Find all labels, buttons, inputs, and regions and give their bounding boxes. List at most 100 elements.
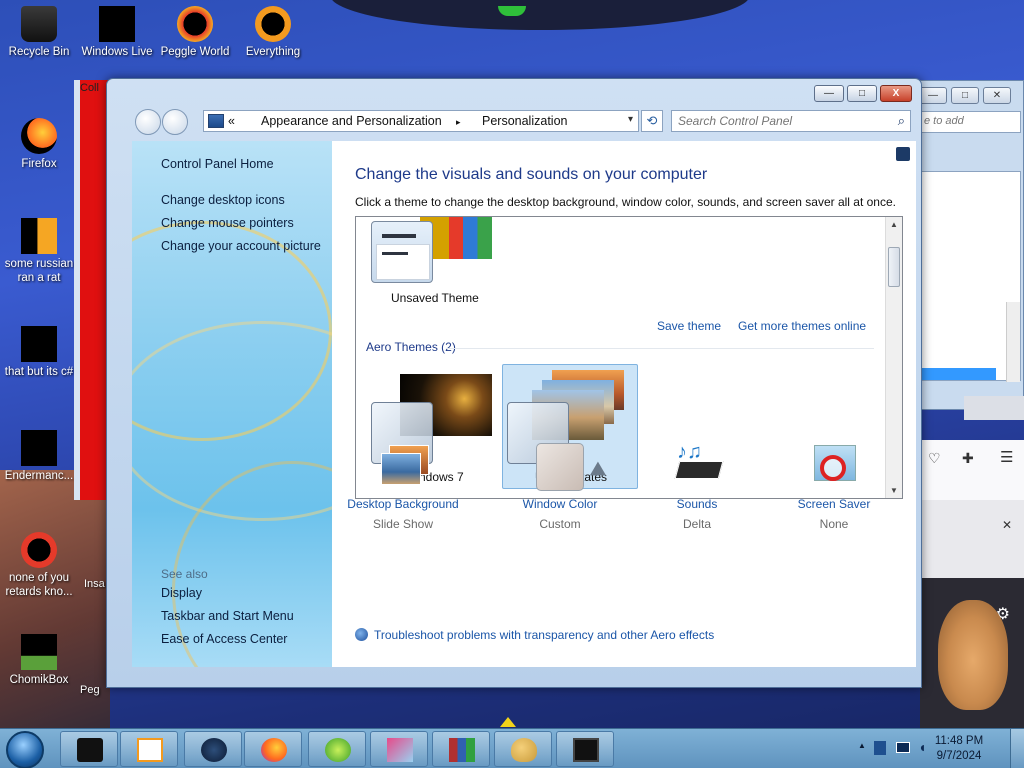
- desktop-icon-everything[interactable]: Everything: [234, 6, 312, 59]
- extensions-icon[interactable]: ✚: [962, 450, 974, 467]
- troubleshoot-link[interactable]: Troubleshoot problems with transparency …: [355, 628, 714, 642]
- clock[interactable]: 11:48 PM 9/7/2024: [924, 734, 994, 764]
- change-account-picture-link[interactable]: Change your account picture: [161, 239, 321, 253]
- app-icon: [77, 738, 103, 762]
- partial-desktop-label: Insa: [84, 578, 105, 590]
- notification-area: ▲ ◖ 11:48 PM 9/7/2024: [854, 733, 994, 765]
- taskbar-item-photo-app[interactable]: [370, 731, 428, 767]
- desktop-background-link[interactable]: Desktop Background: [338, 497, 468, 511]
- desktop-icon-label: Windows Live: [81, 46, 153, 58]
- sounds-link[interactable]: Sounds: [632, 497, 762, 511]
- window-color-link[interactable]: Window Color: [495, 497, 625, 511]
- taskbar-start-menu-link[interactable]: Taskbar and Start Menu: [161, 609, 294, 623]
- breadcrumb-separator[interactable]: ▸: [456, 117, 461, 128]
- help-icon[interactable]: [896, 147, 910, 161]
- minimize-button[interactable]: —: [919, 87, 947, 104]
- desktop-icon-firefox[interactable]: Firefox: [0, 118, 78, 171]
- taskbar-item-display-app[interactable]: [556, 731, 614, 767]
- breadcrumb-personalization[interactable]: Personalization: [482, 114, 567, 128]
- ease-of-access-link[interactable]: Ease of Access Center: [161, 632, 287, 646]
- display-tray-icon[interactable]: [896, 742, 910, 753]
- get-more-themes-link[interactable]: Get more themes online: [738, 319, 866, 333]
- partial-desktop-label: Peg: [80, 684, 100, 696]
- personalization-window: — □ X « Appearance and Personalization ▸…: [106, 78, 922, 688]
- theme-preview-bar: [382, 252, 408, 255]
- globe-icon: [201, 738, 227, 762]
- desktop-icon-endermanch[interactable]: Endermanc...: [0, 430, 78, 483]
- display-link[interactable]: Display: [161, 586, 202, 600]
- taskbar-item-winrar[interactable]: [432, 731, 490, 767]
- desktop-icon-label: Endermanc...: [4, 470, 74, 482]
- hamster-desktop-pet[interactable]: [938, 600, 1008, 710]
- breadcrumb-appearance[interactable]: Appearance and Personalization: [261, 114, 442, 128]
- taskbar-indicator: [500, 717, 516, 727]
- window-color-value: Custom: [539, 517, 581, 531]
- window-color-option[interactable]: Window Color Custom: [495, 443, 625, 531]
- taskbar-item-dark-globe[interactable]: [184, 731, 242, 767]
- background-window-title: Coll: [80, 82, 99, 94]
- see-also-heading: See also: [161, 567, 208, 581]
- desktop-background-option[interactable]: Desktop Background Slide Show: [338, 443, 468, 531]
- change-desktop-icons-link[interactable]: Change desktop icons: [161, 193, 285, 207]
- app-icon: [325, 738, 351, 762]
- close-button[interactable]: ✕: [983, 87, 1011, 104]
- change-mouse-pointers-link[interactable]: Change mouse pointers: [161, 216, 294, 230]
- scroll-thumb[interactable]: [888, 247, 900, 287]
- desktop-icon-windows-live[interactable]: Windows Live: [78, 6, 156, 59]
- pocket-icon[interactable]: ♡: [928, 450, 941, 467]
- save-theme-link[interactable]: Save theme: [657, 319, 721, 333]
- scroll-up-arrow[interactable]: ▲: [886, 220, 902, 229]
- taskbar-item-media-player[interactable]: [120, 731, 178, 767]
- back-button[interactable]: [135, 109, 161, 135]
- address-bar[interactable]: « Appearance and Personalization ▸ Perso…: [203, 110, 639, 132]
- search-box[interactable]: ⌕: [671, 110, 911, 132]
- desktop-icon-some-russian[interactable]: some russian ran a rat: [0, 218, 78, 285]
- clock-time: 11:48 PM: [934, 735, 984, 747]
- taskbar-item-black-box[interactable]: [60, 731, 118, 767]
- left-navigation-pane: Control Panel Home Change desktop icons …: [132, 141, 332, 667]
- breadcrumb-overflow-chevron[interactable]: «: [228, 114, 235, 128]
- taskbar: ▲ ◖ 11:48 PM 9/7/2024: [0, 717, 1024, 768]
- forward-button[interactable]: [162, 109, 188, 135]
- maximize-button[interactable]: □: [951, 87, 979, 104]
- theme-preview-bar: [382, 234, 416, 238]
- desktop-icon-that-but-its-csharp[interactable]: that but its c#: [0, 326, 78, 379]
- show-hidden-icons-button[interactable]: ▲: [858, 741, 866, 750]
- minimize-button[interactable]: —: [814, 85, 844, 102]
- screen-saver-icon: [806, 443, 862, 491]
- background-window-right[interactable]: — □ ✕ e to add: [912, 80, 1024, 410]
- screen-saver-option[interactable]: Screen Saver None: [769, 443, 899, 531]
- unsaved-theme-label: Unsaved Theme: [391, 291, 479, 305]
- taskbar-item-paint[interactable]: [494, 731, 552, 767]
- desktop-icon-none-of-you[interactable]: none of you retards kno...: [0, 532, 78, 599]
- desktop-icon-peggle-world[interactable]: Peggle World: [156, 6, 234, 59]
- desktop-icon-recycle-bin[interactable]: Recycle Bin: [0, 6, 78, 59]
- taskbar-item-firefox[interactable]: [244, 731, 302, 767]
- sounds-option[interactable]: ♪♫ Sounds Delta: [632, 441, 762, 531]
- desktop-icon-chomikbox[interactable]: ChomikBox: [0, 634, 78, 687]
- screen-saver-link[interactable]: Screen Saver: [769, 497, 899, 511]
- taskbar-item-green-app[interactable]: [308, 731, 366, 767]
- search-input[interactable]: [672, 111, 882, 131]
- control-panel-home-link[interactable]: Control Panel Home: [161, 157, 274, 171]
- close-icon[interactable]: ✕: [1002, 518, 1012, 532]
- maximize-button[interactable]: □: [847, 85, 877, 102]
- chevron-down-icon[interactable]: ▾: [628, 114, 633, 125]
- background-search-field[interactable]: e to add: [917, 111, 1021, 133]
- menu-icon[interactable]: ☰: [1000, 448, 1013, 466]
- peggle-world-icon: [177, 6, 213, 42]
- display-icon: [573, 738, 599, 762]
- scrollbar[interactable]: [1006, 302, 1020, 382]
- show-desktop-button[interactable]: [1010, 729, 1024, 768]
- background-window-content: [917, 171, 1021, 382]
- refresh-icon[interactable]: ⟲: [641, 110, 663, 132]
- close-button[interactable]: X: [880, 85, 912, 102]
- paint-icon: [511, 738, 537, 762]
- search-icon[interactable]: ⌕: [898, 113, 905, 129]
- unsaved-theme-tile[interactable]: [371, 221, 433, 283]
- network-icon[interactable]: [874, 741, 886, 755]
- sounds-value: Delta: [682, 517, 711, 531]
- windows-live-icon: [99, 6, 135, 42]
- start-button[interactable]: [6, 731, 44, 768]
- firefox-notification-bar: ✕: [920, 500, 1024, 578]
